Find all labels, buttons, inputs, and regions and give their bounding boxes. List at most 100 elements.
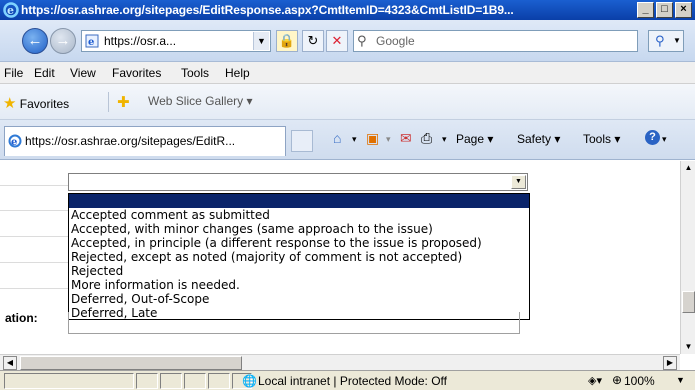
search-button[interactable]: ⚲ ▼ [648, 30, 684, 52]
page-menu[interactable]: Page ▾ [456, 132, 493, 146]
response-dropdown-list: Accepted comment as submitted Accepted, … [68, 193, 530, 320]
home-dropdown-icon[interactable]: ▾ [352, 134, 357, 145]
maximize-button[interactable]: □ [656, 2, 673, 18]
status-cell [136, 373, 158, 389]
search-go-icon: ⚲ [655, 33, 665, 48]
tab-title: https://osr.ashrae.org/sitepages/EditR..… [25, 134, 236, 148]
page-content: ▼ Accepted comment as submitted Accepted… [0, 161, 680, 354]
menu-edit[interactable]: Edit [34, 66, 55, 80]
svg-text:e: e [7, 4, 14, 17]
status-cell [184, 373, 206, 389]
vertical-scrollbar[interactable]: ▲ ▼ [680, 161, 695, 354]
add-favorite-icon[interactable]: ✚ [117, 93, 130, 111]
protected-mode-icon[interactable]: ◈▾ [588, 374, 602, 387]
status-text-cell [4, 373, 134, 389]
field-label: ation: [5, 311, 38, 325]
ie-logo-icon: e [3, 2, 19, 18]
refresh-icon[interactable]: ↻ [302, 30, 324, 52]
menu-view[interactable]: View [70, 66, 96, 80]
safety-menu[interactable]: Safety ▾ [517, 132, 560, 146]
scroll-up-icon[interactable]: ▲ [682, 161, 695, 175]
page-icon: e [85, 34, 99, 48]
window-title-bar: e https://osr.ashrae.org/sitepages/EditR… [0, 0, 695, 20]
read-mail-icon[interactable]: ✉ [400, 130, 412, 147]
minimize-button[interactable]: _ [637, 2, 654, 18]
back-button[interactable]: ← [22, 28, 48, 54]
minimize-icon: _ [642, 3, 649, 15]
forward-button[interactable]: → [50, 28, 76, 54]
feeds-dropdown-icon[interactable]: ▾ [386, 134, 391, 145]
address-bar[interactable]: e https://osr.a... ▼ [81, 30, 271, 52]
chevron-down-icon[interactable]: ▼ [511, 175, 526, 189]
favorites-bar: ★ Favorites ✚ Web Slice Gallery ▾ [0, 84, 695, 120]
stop-icon[interactable]: ✕ [326, 30, 348, 52]
dropdown-option[interactable]: Accepted, in principle (a different resp… [69, 236, 529, 250]
response-select[interactable]: ▼ [68, 173, 528, 191]
window-title: https://osr.ashrae.org/sitepages/EditRes… [21, 3, 514, 17]
horizontal-scroll-thumb[interactable] [20, 356, 242, 370]
security-zone[interactable]: Local intranet | Protected Mode: Off [258, 374, 447, 388]
print-icon[interactable]: ⎙ [421, 130, 432, 147]
intranet-globe-icon: 🌐 [242, 374, 257, 388]
scroll-down-icon[interactable]: ▼ [682, 340, 695, 354]
home-icon[interactable]: ⌂ [333, 130, 341, 146]
status-cell [160, 373, 182, 389]
close-icon: × [680, 3, 687, 15]
dropdown-option[interactable]: Deferred, Out-of-Scope [69, 292, 529, 306]
address-toolbar: ← → e https://osr.a... ▼ 🔒 ↻ ✕ ⚲ Google … [0, 20, 695, 62]
favorites-button[interactable]: ★ Favorites [3, 94, 69, 112]
status-bar: 🌐 Local intranet | Protected Mode: Off ◈… [0, 370, 695, 390]
new-tab-button[interactable] [291, 130, 313, 152]
back-arrow-icon: ← [27, 32, 43, 49]
menu-file[interactable]: File [4, 66, 23, 80]
dropdown-option[interactable]: More information is needed. [69, 278, 529, 292]
row-divider [0, 288, 70, 289]
horizontal-scrollbar[interactable]: ◀ ▶ [0, 354, 680, 370]
address-url: https://osr.a... [104, 34, 177, 48]
zoom-icon: ⊕ [612, 373, 623, 387]
lock-icon[interactable]: 🔒 [276, 30, 298, 52]
menu-tools[interactable]: Tools [181, 66, 209, 80]
vertical-scroll-thumb[interactable] [682, 291, 695, 313]
tab-command-bar: e https://osr.ashrae.org/sitepages/EditR… [0, 120, 695, 160]
scroll-left-icon[interactable]: ◀ [3, 356, 17, 370]
web-slice-gallery-link[interactable]: Web Slice Gallery ▾ [148, 94, 253, 108]
zoom-level[interactable]: 100% [624, 374, 655, 388]
row-divider [0, 262, 70, 263]
dropdown-option[interactable]: Accepted comment as submitted [69, 208, 529, 222]
dropdown-option[interactable]: Accepted, with minor changes (same appro… [69, 222, 529, 236]
svg-text:e: e [88, 37, 94, 48]
row-divider [0, 236, 70, 237]
dropdown-option[interactable] [69, 194, 529, 208]
scroll-right-icon[interactable]: ▶ [663, 356, 677, 370]
chevron-down-icon: ▼ [673, 36, 681, 45]
row-divider [0, 185, 70, 186]
maximize-icon: □ [661, 3, 668, 15]
search-placeholder: Google [376, 34, 415, 48]
dropdown-option[interactable]: Rejected [69, 264, 529, 278]
feeds-icon[interactable]: ▣ [366, 130, 379, 147]
help-icon[interactable]: ? [645, 130, 660, 145]
svg-text:e: e [11, 137, 17, 148]
status-cell [208, 373, 230, 389]
dropdown-option[interactable]: Rejected, except as noted (majority of c… [69, 250, 529, 264]
browser-tab[interactable]: e https://osr.ashrae.org/sitepages/EditR… [4, 126, 286, 156]
toolbar-divider [108, 92, 109, 112]
address-dropdown-button[interactable]: ▼ [253, 32, 269, 50]
forward-arrow-icon: → [55, 32, 71, 49]
menu-bar: File Edit View Favorites Tools Help [0, 62, 695, 84]
zoom-dropdown-icon[interactable]: ▼ [676, 375, 685, 385]
menu-favorites[interactable]: Favorites [112, 66, 161, 80]
close-button[interactable]: × [675, 2, 692, 18]
tools-menu[interactable]: Tools ▾ [583, 132, 620, 146]
tab-page-icon: e [8, 134, 22, 148]
response-textarea[interactable] [68, 312, 520, 334]
menu-help[interactable]: Help [225, 66, 250, 80]
row-divider [0, 210, 70, 211]
favorites-star-icon: ★ [3, 95, 17, 112]
help-dropdown-icon[interactable]: ▾ [662, 134, 667, 145]
print-dropdown-icon[interactable]: ▾ [442, 134, 447, 145]
search-input[interactable]: ⚲ Google [353, 30, 638, 52]
search-icon: ⚲ [357, 33, 367, 48]
favorites-label: Favorites [19, 97, 70, 111]
